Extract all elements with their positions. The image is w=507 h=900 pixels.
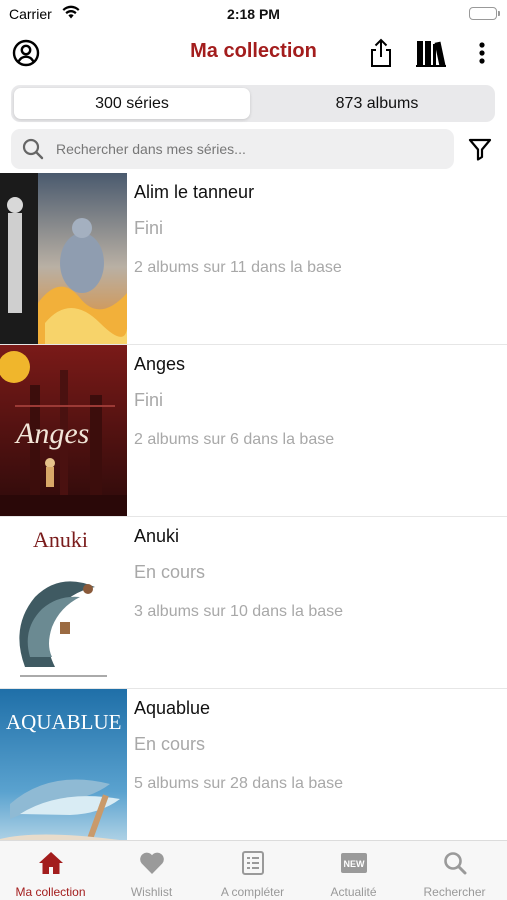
heart-icon xyxy=(101,850,202,876)
status-bar: Carrier 2:18 PM xyxy=(0,0,507,28)
series-list: Alim le tanneur Fini 2 albums sur 11 dan… xyxy=(0,173,507,840)
series-status: En cours xyxy=(134,562,206,582)
series-cover xyxy=(0,173,127,344)
new-badge-text: NEW xyxy=(343,859,365,869)
list-item[interactable]: Anuki Anuki En cours 3 albums sur 10 dan… xyxy=(0,517,507,689)
tab-label: Rechercher xyxy=(423,885,486,899)
tab-label: Wishlist xyxy=(130,885,173,899)
home-icon xyxy=(0,850,101,876)
list-item[interactable]: Alim le tanneur Fini 2 albums sur 11 dan… xyxy=(0,173,507,345)
series-status: En cours xyxy=(134,734,206,754)
tab-label: Actualité xyxy=(330,885,377,899)
series-album-count: 2 albums sur 6 dans la base xyxy=(134,431,335,448)
series-album-count: 2 albums sur 11 dans la base xyxy=(134,259,342,276)
battery-icon xyxy=(469,7,500,20)
checklist-icon xyxy=(202,850,303,876)
series-title: Aquablue xyxy=(134,698,211,718)
series-album-count: 3 albums sur 10 dans la base xyxy=(134,603,344,620)
new-badge-icon: NEW xyxy=(303,850,404,876)
series-cover: AQUABLUE xyxy=(0,689,127,840)
segment-series[interactable]: 300 séries xyxy=(14,88,250,119)
series-cover: Anges xyxy=(0,345,127,516)
tab-wishlist[interactable]: Wishlist xyxy=(101,841,202,900)
series-title: Alim le tanneur xyxy=(134,182,255,202)
tab-label: A compléter xyxy=(220,885,285,899)
tab-rechercher[interactable]: Rechercher xyxy=(404,841,505,900)
search-icon xyxy=(22,138,44,165)
share-icon[interactable] xyxy=(366,38,396,68)
series-title: Anges xyxy=(134,354,186,374)
navigation-bar: Ma collection xyxy=(0,28,507,78)
cover-title-text: Anuki xyxy=(33,527,88,552)
filter-icon[interactable] xyxy=(465,134,495,164)
search-input[interactable] xyxy=(56,129,436,169)
series-album-count: 5 albums sur 28 dans la base xyxy=(134,775,344,792)
segmented-control: 300 séries 873 albums xyxy=(11,85,495,122)
list-item[interactable]: Anges Anges Fini 2 albums sur 6 dans la … xyxy=(0,345,507,517)
series-status: Fini xyxy=(134,390,164,410)
library-icon[interactable] xyxy=(416,38,446,68)
list-item[interactable]: AQUABLUE Aquablue En cours 5 albums sur … xyxy=(0,689,507,840)
cover-title-text: AQUABLUE xyxy=(6,710,122,734)
clock: 2:18 PM xyxy=(227,6,280,22)
tab-a-completer[interactable]: A compléter xyxy=(202,841,303,900)
series-cover: Anuki xyxy=(0,517,127,688)
search-bar xyxy=(11,129,454,169)
tab-ma-collection[interactable]: Ma collection xyxy=(0,841,101,900)
segment-albums[interactable]: 873 albums xyxy=(259,88,495,119)
tab-actualite[interactable]: NEW Actualité xyxy=(303,841,404,900)
series-status: Fini xyxy=(134,218,164,238)
tab-label: Ma collection xyxy=(15,885,86,899)
series-title: Anuki xyxy=(134,526,180,546)
more-vertical-icon[interactable] xyxy=(467,38,497,68)
search-icon xyxy=(404,850,505,876)
cover-title-text: Anges xyxy=(14,417,89,450)
tab-bar: Ma collection Wishlist A compléter NEW A… xyxy=(0,840,507,900)
